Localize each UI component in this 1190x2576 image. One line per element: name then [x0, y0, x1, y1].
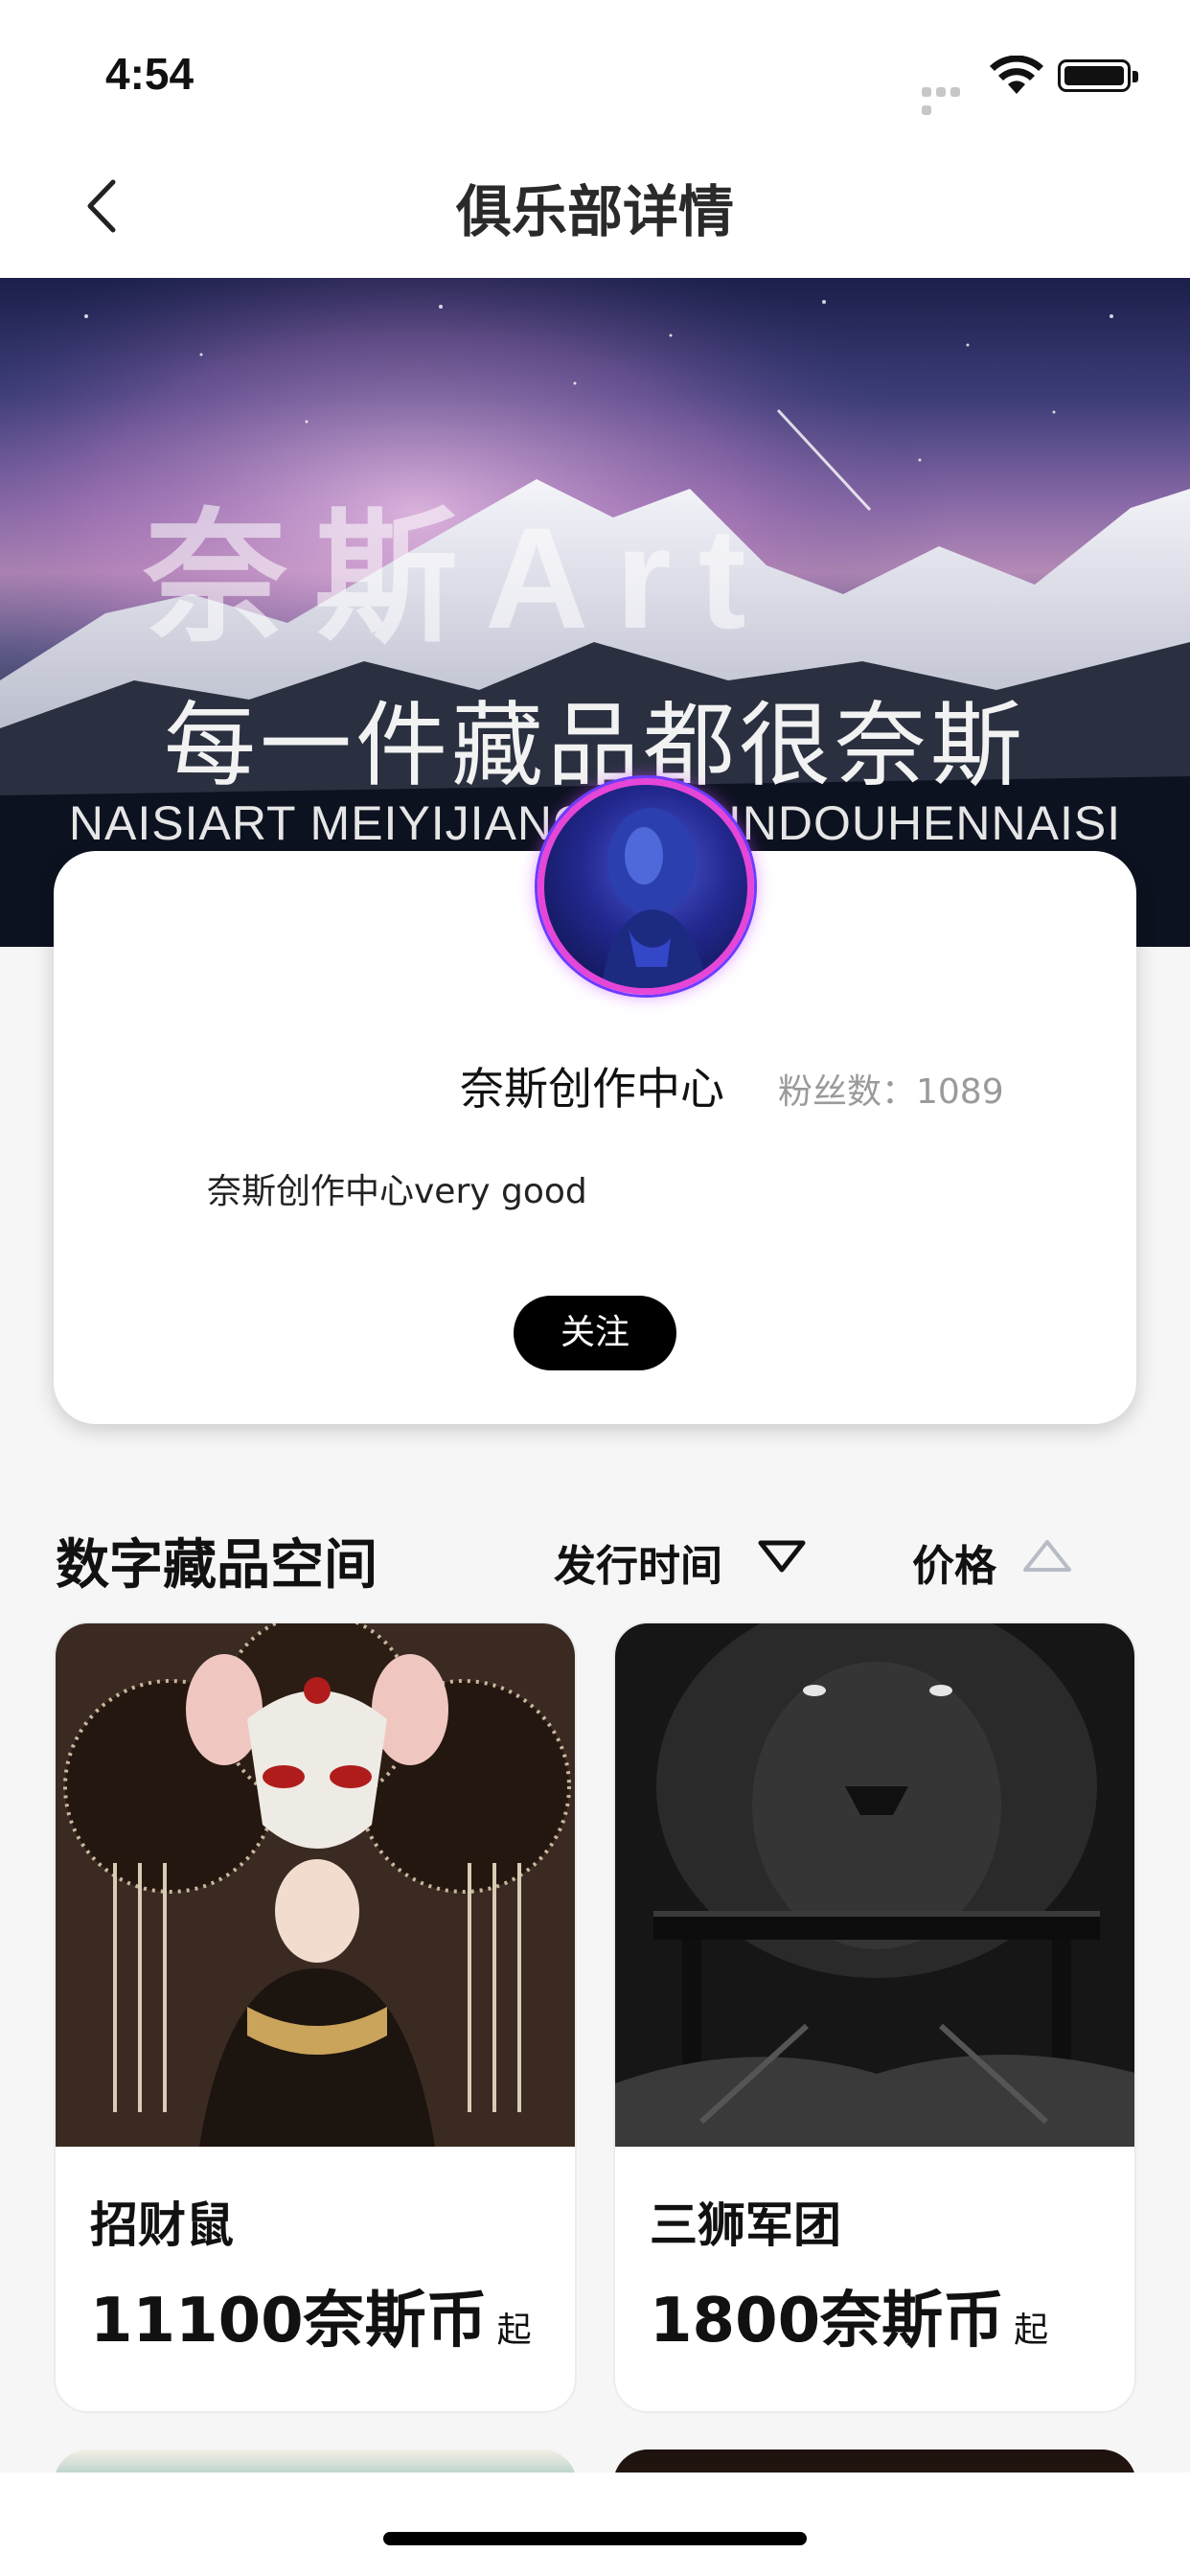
status-time: 4:54 — [105, 49, 195, 99]
product-price-suffix: 起 — [496, 2311, 532, 2350]
collection-section-title: 数字藏品空间 — [56, 1534, 378, 1597]
product-card[interactable]: 招财鼠 11100奈斯币起 — [54, 1622, 577, 2413]
product-price-suffix: 起 — [1014, 2311, 1049, 2350]
product-name: 三狮军团 — [650, 2197, 841, 2253]
product-image-rat-artwork — [56, 1623, 575, 2147]
cellular-signal-icon — [922, 82, 975, 115]
follow-button[interactable]: 关注 — [514, 1296, 676, 1370]
product-card[interactable]: 三狮军团 1800奈斯币起 — [613, 1622, 1136, 2413]
club-name: 奈斯创作中心 — [460, 1063, 724, 1115]
bust-figure-icon — [602, 808, 707, 988]
nav-bar: 俱乐部详情 — [0, 144, 1190, 278]
product-image-lion-artwork — [615, 1623, 1134, 2147]
club-description: 奈斯创作中心very good — [207, 1172, 587, 1211]
sort-by-release-time[interactable]: 发行时间 — [554, 1531, 722, 1593]
fans-count: 粉丝数：1089 — [778, 1072, 1004, 1112]
wifi-icon — [990, 56, 1043, 94]
home-indicator[interactable] — [383, 2532, 807, 2545]
product-price: 11100奈斯币起 — [90, 2271, 532, 2359]
triangle-down-outline-icon[interactable] — [757, 1539, 807, 1574]
product-price-value: 11100奈斯币 — [90, 2286, 488, 2357]
banner-brand-text: 奈斯Art — [144, 497, 773, 658]
page-title: 俱乐部详情 — [455, 179, 734, 244]
triangle-up-outline-icon[interactable] — [1021, 1537, 1073, 1574]
club-avatar — [538, 778, 754, 995]
club-info-card: 奈斯创作中心 粉丝数：1089 奈斯创作中心very good 关注 — [54, 778, 1136, 1424]
product-price: 1800奈斯币起 — [650, 2271, 1048, 2359]
status-bar: 4:54 — [0, 0, 1190, 144]
battery-icon — [1058, 59, 1138, 92]
bottom-safe-area — [0, 2472, 1190, 2576]
banner-slogan: 每一件藏品都很奈斯 — [164, 692, 1026, 799]
product-price-value: 1800奈斯币 — [650, 2286, 1005, 2357]
product-name: 招财鼠 — [90, 2197, 234, 2253]
sort-by-price[interactable]: 价格 — [912, 1531, 996, 1593]
